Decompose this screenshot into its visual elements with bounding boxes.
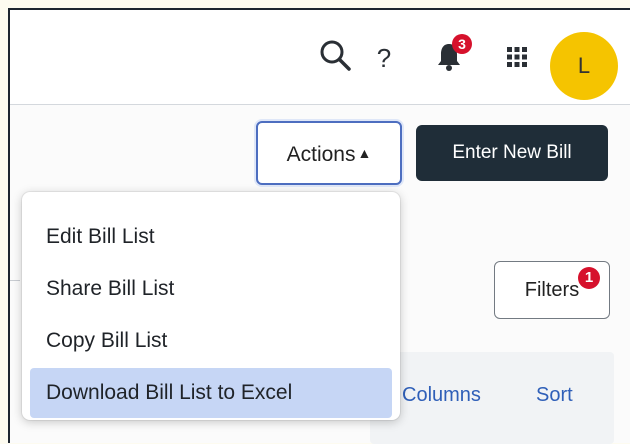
user-avatar[interactable]: L bbox=[550, 32, 618, 100]
columns-link[interactable]: Columns bbox=[402, 384, 481, 407]
menu-item-share-bill-list[interactable]: Share Bill List bbox=[30, 264, 392, 314]
filters-button-label: Filters bbox=[524, 279, 580, 301]
menu-item-download-bill-list-to-excel[interactable]: Download Bill List to Excel bbox=[30, 368, 392, 418]
filters-count-badge: 1 bbox=[578, 267, 600, 289]
caret-up-icon: ▲ bbox=[357, 145, 372, 161]
actions-button[interactable]: Actions ▲ bbox=[256, 121, 402, 185]
actions-button-label: Actions bbox=[286, 143, 356, 166]
notification-count-badge: 3 bbox=[452, 34, 472, 54]
help-icon[interactable]: ? bbox=[370, 44, 398, 72]
apps-grid-icon[interactable] bbox=[502, 42, 532, 72]
notifications-button[interactable]: 3 bbox=[430, 34, 480, 84]
top-bar: ? 3 L bbox=[10, 10, 630, 105]
divider bbox=[10, 280, 20, 281]
sort-link[interactable]: Sort bbox=[536, 384, 573, 407]
enter-new-bill-button[interactable]: Enter New Bill bbox=[416, 125, 608, 181]
actions-dropdown-menu: Edit Bill List Share Bill List Copy Bill… bbox=[22, 192, 400, 420]
menu-item-copy-bill-list[interactable]: Copy Bill List bbox=[30, 316, 392, 366]
search-icon[interactable] bbox=[316, 36, 356, 76]
menu-item-edit-bill-list[interactable]: Edit Bill List bbox=[30, 212, 392, 262]
